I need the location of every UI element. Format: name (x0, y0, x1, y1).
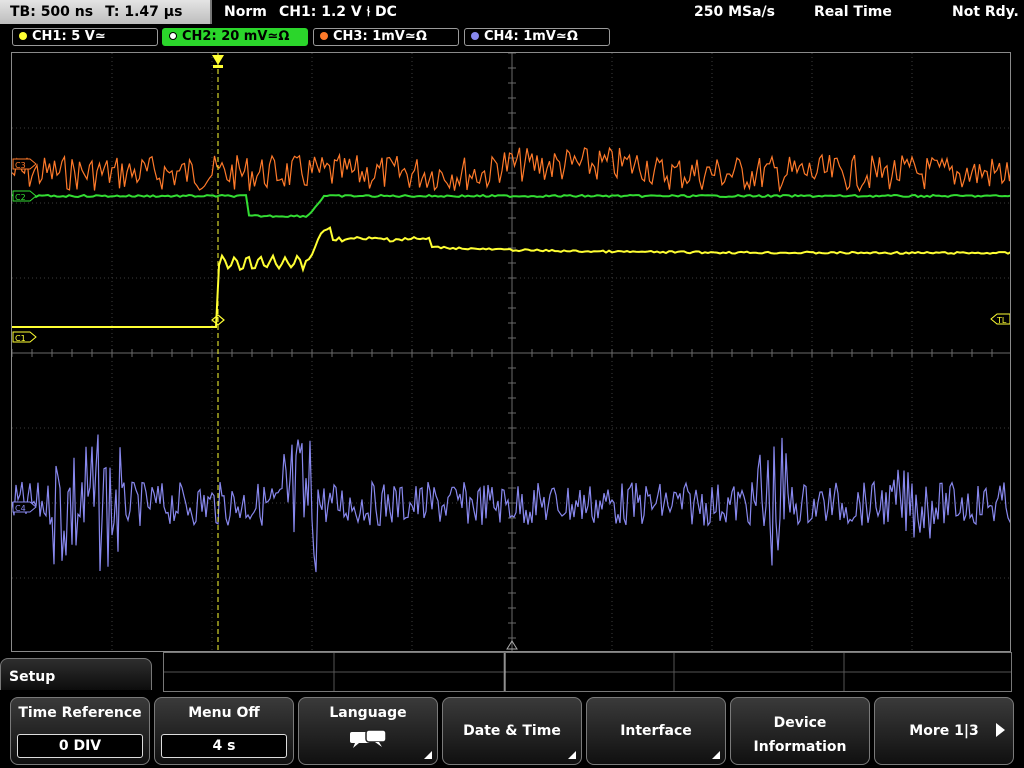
channel-tab-ch1[interactable]: CH1: 5 V≃ (12, 28, 158, 46)
waveform-display[interactable]: C3 C2 C1 C4 TL (11, 52, 1011, 652)
language-button[interactable]: Language (298, 697, 438, 765)
acquisition-state: Not Rdy. (952, 4, 1019, 20)
trigger-info[interactable]: CH1: 1.2 V ⫮ DC (279, 0, 397, 24)
language-speech-icon (350, 729, 387, 748)
waveform-canvas: C3 C2 C1 C4 TL (12, 53, 1010, 651)
trigger-position-stem (213, 65, 223, 68)
sample-rate: 250 MSa/s (694, 4, 776, 20)
ch3-label: CH3: 1mV≃Ω (333, 29, 427, 44)
ch1-color-dot (19, 32, 27, 40)
ch4-label: CH4: 1mV≃Ω (484, 29, 578, 44)
channel-tab-ch3[interactable]: CH3: 1mV≃Ω (313, 28, 459, 46)
interface-button[interactable]: Interface (586, 697, 726, 765)
more-label: More 1|3 (909, 723, 979, 739)
menu-off-button[interactable]: Menu Off 4 s (154, 697, 294, 765)
submenu-indicator (712, 751, 720, 759)
ch3-color-dot (320, 32, 328, 40)
time-reference-value: 0 DIV (17, 734, 143, 758)
timebase-label: TB: 500 ns (10, 4, 94, 20)
trigger-mode[interactable]: Norm (224, 0, 267, 24)
ch3-marker-label: C3 (15, 161, 26, 170)
ch1-label: CH1: 5 V≃ (32, 29, 106, 44)
language-label: Language (329, 705, 407, 721)
trigger-position-marker[interactable] (212, 55, 224, 65)
device-information-label: Device Information (753, 715, 847, 755)
channel-tab-ch2[interactable]: CH2: 20 mV≃Ω (162, 28, 308, 46)
graticule (12, 53, 1010, 651)
channel-tab-ch4[interactable]: CH4: 1mV≃Ω (464, 28, 610, 46)
next-page-arrow-icon (996, 723, 1005, 737)
ch2-label: CH2: 20 mV≃Ω (182, 29, 290, 44)
ch1-marker-label: C1 (15, 334, 26, 343)
device-information-button[interactable]: Device Information (730, 697, 870, 765)
trigger-level-marker[interactable]: TL (990, 313, 1010, 325)
submenu-indicator (568, 751, 576, 759)
zoom-strip-graticule (164, 653, 1011, 691)
status-bar: TB: 500 ns T: 1.47 µs Norm CH1: 1.2 V ⫮ D… (0, 0, 1024, 24)
more-button[interactable]: More 1|3 (874, 697, 1014, 765)
time-reference-button[interactable]: Time Reference 0 DIV (10, 697, 150, 765)
ch2-color-dot (169, 32, 177, 40)
timebase-box[interactable]: TB: 500 ns T: 1.47 µs (0, 0, 212, 24)
setup-menu-title: Setup (0, 658, 152, 690)
ch1-offset-marker[interactable]: C1 (12, 331, 37, 343)
trigger-time-label: T: 1.47 µs (105, 4, 183, 20)
interface-label: Interface (620, 723, 692, 739)
date-time-button[interactable]: Date & Time (442, 697, 582, 765)
ch4-marker-label: C4 (15, 504, 26, 513)
ch2-marker-label: C2 (15, 193, 26, 202)
date-time-label: Date & Time (463, 723, 561, 739)
ch4-color-dot (471, 32, 479, 40)
zoom-overview-strip (163, 652, 1012, 692)
ch4-offset-marker[interactable]: C4 (12, 501, 37, 513)
ch3-offset-marker[interactable]: C3 (12, 158, 37, 170)
time-reference-label: Time Reference (18, 705, 142, 721)
menu-off-label: Menu Off (188, 705, 260, 721)
acquisition-mode: Real Time (814, 4, 892, 20)
submenu-indicator (424, 751, 432, 759)
trigger-level-label: TL (996, 316, 1007, 325)
ch2-offset-marker[interactable]: C2 (12, 190, 37, 202)
menu-off-value: 4 s (161, 734, 287, 758)
